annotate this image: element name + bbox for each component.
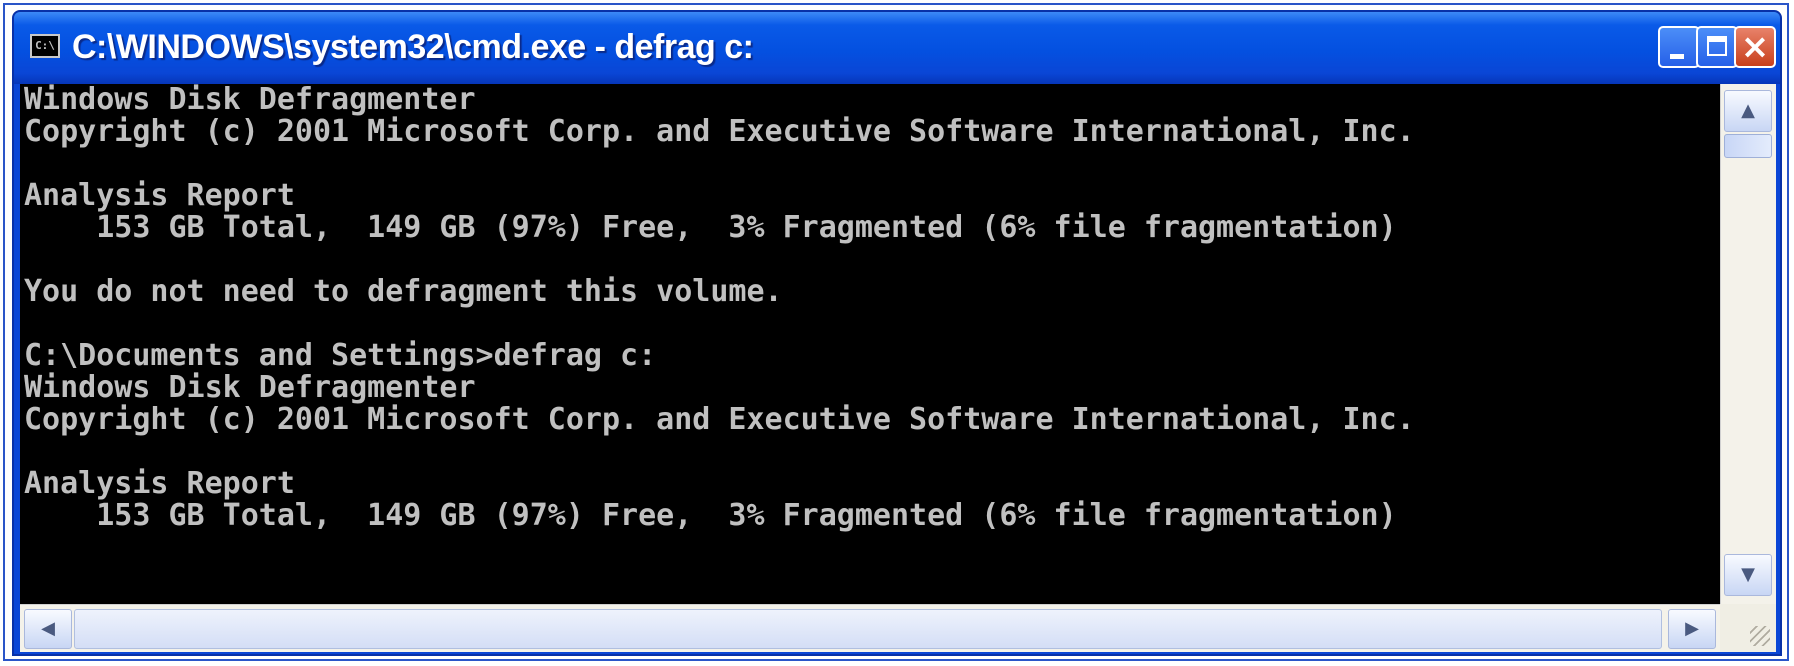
resize-grip[interactable] [1720, 604, 1776, 652]
arrow-down-icon: ▼ [1741, 564, 1755, 585]
horizontal-scroll-thumb[interactable] [74, 609, 1662, 649]
console-line: Windows Disk Defragmenter [24, 84, 476, 117]
console-app-icon[interactable]: C:\ [30, 34, 60, 58]
console-line: Copyright (c) 2001 Microsoft Corp. and E… [24, 114, 1415, 149]
console-line: Analysis Report [24, 466, 295, 501]
maximize-icon [1707, 36, 1727, 56]
close-icon: × [1740, 27, 1770, 67]
console-line: Analysis Report [24, 178, 295, 213]
scroll-left-button[interactable]: ◀ [24, 609, 72, 649]
vertical-scroll-thumb[interactable] [1724, 134, 1772, 158]
minimize-icon [1670, 54, 1684, 59]
console-line: C:\Documents and Settings>defrag c: [24, 338, 657, 373]
arrow-left-icon: ◀ [41, 618, 55, 639]
console-line: Windows Disk Defragmenter [24, 370, 476, 405]
scroll-up-button[interactable]: ▲ [1724, 90, 1772, 132]
title-bar[interactable]: C:\ C:\WINDOWS\system32\cmd.exe - defrag… [14, 12, 1780, 84]
close-button[interactable]: × [1734, 26, 1776, 68]
console-line: Copyright (c) 2001 Microsoft Corp. and E… [24, 402, 1415, 437]
console-line: 153 GB Total, 149 GB (97%) Free, 3% Frag… [24, 498, 1397, 533]
vertical-scrollbar[interactable]: ▲ ▼ [1720, 84, 1776, 604]
window-title: C:\WINDOWS\system32\cmd.exe - defrag c: [72, 28, 754, 66]
arrow-up-icon: ▲ [1741, 100, 1755, 121]
horizontal-scrollbar[interactable]: ◀ ▶ [20, 604, 1720, 652]
minimize-button[interactable] [1658, 26, 1700, 68]
scroll-down-button[interactable]: ▼ [1724, 554, 1772, 596]
scroll-right-button[interactable]: ▶ [1668, 609, 1716, 649]
cmd-window: C:\ C:\WINDOWS\system32\cmd.exe - defrag… [12, 10, 1782, 656]
console-line: 153 GB Total, 149 GB (97%) Free, 3% Frag… [24, 210, 1397, 245]
console-line: You do not need to defragment this volum… [24, 274, 783, 309]
resize-grip-icon [1750, 626, 1770, 646]
maximize-button[interactable] [1696, 26, 1738, 68]
arrow-right-icon: ▶ [1685, 618, 1699, 639]
console-output[interactable]: Windows Disk Defragmenter Copyright (c) … [20, 84, 1720, 604]
